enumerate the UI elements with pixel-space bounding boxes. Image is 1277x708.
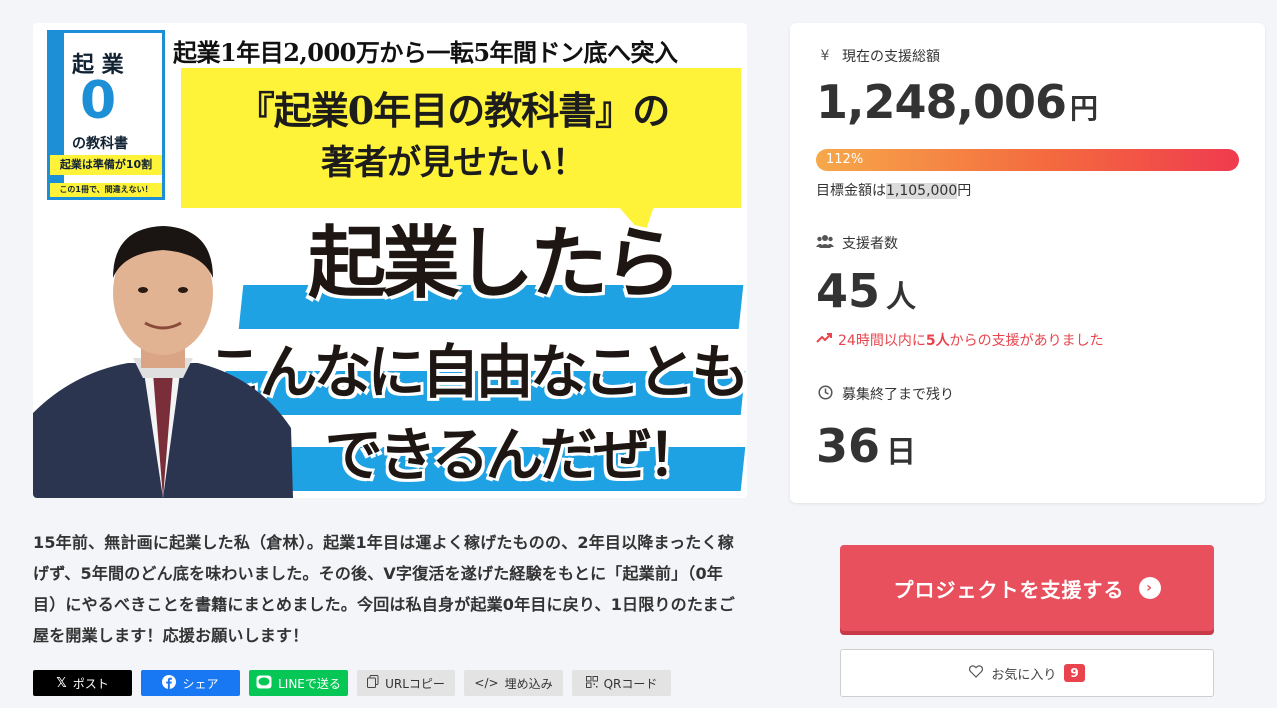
backers-label-row: 支援者数 [816,233,898,253]
qr-code-button[interactable]: QRコード [572,670,671,696]
progress-percent: 112% [826,152,864,167]
clock-icon [816,384,834,404]
funding-progress-bar: 112% [816,149,1239,171]
hero-big-line3: できるんだぜ！ [324,421,706,489]
project-hero-image: 起業1年目2,000万から一転5年間ドン底へ突入 『起業0年目の教科書』の 著者… [33,23,747,498]
people-icon [816,234,834,252]
hero-top-line: 起業1年目2,000万から一転5年間ドン底へ突入 [173,38,678,67]
total-amount-value: 1,248,006 [816,75,1067,129]
goal-prefix: 目標金額は [816,183,886,199]
qr-code-icon [585,675,598,691]
project-description: 15年前、無計画に起業した私（倉林）。起業1年目は運よく稼げたものの、2年目以降… [33,533,735,645]
book-cover: 起 業 0 の教科書 起業は準備が10割 この1冊で、間違えない！ [47,30,165,200]
favorite-count-badge: 9 [1064,664,1085,682]
total-label: 現在の支援総額 [842,49,940,65]
trend-count: 5人 [925,333,950,349]
support-project-label: プロジェクトを支援する [893,577,1125,602]
code-icon: </> [474,676,499,690]
book-subtitle: の教科書 [72,136,128,152]
book-band: 起業は準備が10割 [50,155,162,175]
book-zero: 0 [80,71,117,131]
trend-prefix: 24時間以内に [838,333,926,349]
heart-icon [969,664,984,682]
share-line-button[interactable]: LINEで送る [249,670,348,696]
backers-label: 支援者数 [842,236,898,252]
copy-icon [367,675,379,691]
yen-icon: ¥ [820,48,830,64]
copy-url-label: URLコピー [385,676,445,691]
share-facebook-label: シェア [182,676,219,691]
goal-unit: 円 [957,183,972,199]
remaining-days-value: 36 [816,419,881,473]
share-x-label: ポスト [72,676,109,691]
hero-big-line1: 起業したら [307,219,682,309]
author-photo [33,226,293,498]
embed-label: 埋め込み [504,676,553,691]
goal-value: 1,105,000 [886,183,958,199]
copy-url-button[interactable]: URLコピー [357,670,455,696]
share-x-button[interactable]: 𝕏 ポスト [33,670,132,696]
trending-up-icon [816,332,832,348]
funding-stats-panel: ¥ 現在の支援総額 1,248,006 円 112% 目標金額は1,105,000… [790,23,1265,503]
favorite-button[interactable]: お気に入り 9 [840,649,1214,697]
total-label-row: ¥ 現在の支援総額 [816,46,940,66]
chevron-right-icon: › [1138,577,1161,599]
total-amount-unit: 円 [1070,92,1098,125]
remaining-days-unit: 日 [886,435,917,470]
line-icon [256,675,272,692]
backers-value: 45 [816,264,881,318]
support-project-button[interactable]: プロジェクトを支援する › [840,545,1214,631]
share-facebook-button[interactable]: シェア [141,670,240,696]
backers-unit: 人 [886,280,917,315]
qr-code-label: QRコード [603,676,658,691]
remaining-days: 36 日 [816,419,916,473]
hero-yellow-line1: 『起業0年目の教科書』の [236,88,670,133]
total-amount: 1,248,006 円 [816,75,1098,129]
facebook-icon [162,674,177,692]
favorite-label: お気に入り [991,667,1057,683]
remaining-label-row: 募集終了まで残り [816,384,954,404]
backers-count: 45 人 [816,264,916,318]
share-line-label: LINEで送る [278,676,341,691]
hero-yellow-line2: 著者が見せたい！ [321,143,586,183]
x-logo-icon: 𝕏 [56,675,67,691]
recent-backers-note: 24時間以内に5人からの支援がありました [816,330,1104,350]
trend-suffix: からの支援がありました [949,333,1104,349]
remaining-label: 募集終了まで残り [842,387,954,403]
embed-button[interactable]: </> 埋め込み [464,670,563,696]
book-bottom: この1冊で、間違えない！ [50,183,162,197]
goal-amount: 目標金額は1,105,000円 [816,180,971,200]
